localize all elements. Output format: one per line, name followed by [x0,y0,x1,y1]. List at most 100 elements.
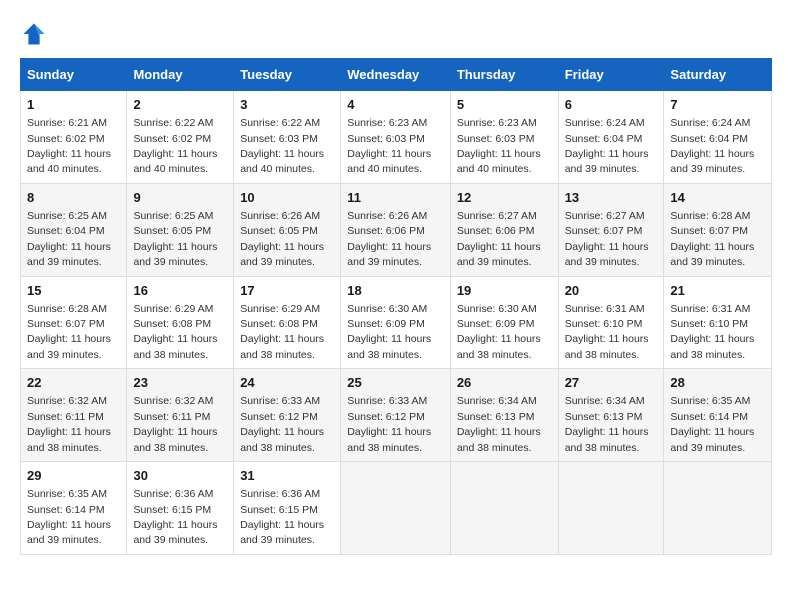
day-number: 11 [347,189,444,207]
day-number: 27 [565,374,658,392]
col-friday: Friday [558,59,664,91]
col-wednesday: Wednesday [341,59,451,91]
table-row: 29 Sunrise: 6:35 AMSunset: 6:14 PMDaylig… [21,462,127,555]
day-info: Sunrise: 6:24 AMSunset: 6:04 PMDaylight:… [670,117,754,175]
day-number: 12 [457,189,552,207]
day-info: Sunrise: 6:26 AMSunset: 6:05 PMDaylight:… [240,210,324,268]
day-number: 1 [27,96,120,114]
table-row: 23 Sunrise: 6:32 AMSunset: 6:11 PMDaylig… [127,369,234,462]
day-number: 31 [240,467,334,485]
day-info: Sunrise: 6:30 AMSunset: 6:09 PMDaylight:… [347,303,431,361]
day-number: 9 [133,189,227,207]
day-number: 2 [133,96,227,114]
day-number: 30 [133,467,227,485]
table-row: 22 Sunrise: 6:32 AMSunset: 6:11 PMDaylig… [21,369,127,462]
table-row: 3 Sunrise: 6:22 AMSunset: 6:03 PMDayligh… [234,91,341,184]
day-number: 4 [347,96,444,114]
day-number: 20 [565,282,658,300]
table-row: 6 Sunrise: 6:24 AMSunset: 6:04 PMDayligh… [558,91,664,184]
table-row: 13 Sunrise: 6:27 AMSunset: 6:07 PMDaylig… [558,183,664,276]
day-info: Sunrise: 6:33 AMSunset: 6:12 PMDaylight:… [240,395,324,453]
day-number: 15 [27,282,120,300]
col-sunday: Sunday [21,59,127,91]
table-row: 2 Sunrise: 6:22 AMSunset: 6:02 PMDayligh… [127,91,234,184]
day-number: 26 [457,374,552,392]
day-number: 23 [133,374,227,392]
page-header [20,20,772,48]
day-info: Sunrise: 6:30 AMSunset: 6:09 PMDaylight:… [457,303,541,361]
col-thursday: Thursday [450,59,558,91]
empty-cell [450,462,558,555]
day-number: 25 [347,374,444,392]
table-row: 8 Sunrise: 6:25 AMSunset: 6:04 PMDayligh… [21,183,127,276]
calendar-table: Sunday Monday Tuesday Wednesday Thursday… [20,58,772,555]
day-info: Sunrise: 6:21 AMSunset: 6:02 PMDaylight:… [27,117,111,175]
table-row: 28 Sunrise: 6:35 AMSunset: 6:14 PMDaylig… [664,369,772,462]
calendar-week-row: 8 Sunrise: 6:25 AMSunset: 6:04 PMDayligh… [21,183,772,276]
table-row: 25 Sunrise: 6:33 AMSunset: 6:12 PMDaylig… [341,369,451,462]
day-number: 16 [133,282,227,300]
day-info: Sunrise: 6:35 AMSunset: 6:14 PMDaylight:… [27,488,111,546]
table-row: 30 Sunrise: 6:36 AMSunset: 6:15 PMDaylig… [127,462,234,555]
day-number: 7 [670,96,765,114]
table-row: 12 Sunrise: 6:27 AMSunset: 6:06 PMDaylig… [450,183,558,276]
day-info: Sunrise: 6:31 AMSunset: 6:10 PMDaylight:… [565,303,649,361]
day-info: Sunrise: 6:27 AMSunset: 6:07 PMDaylight:… [565,210,649,268]
day-info: Sunrise: 6:23 AMSunset: 6:03 PMDaylight:… [457,117,541,175]
table-row: 9 Sunrise: 6:25 AMSunset: 6:05 PMDayligh… [127,183,234,276]
day-info: Sunrise: 6:24 AMSunset: 6:04 PMDaylight:… [565,117,649,175]
day-number: 22 [27,374,120,392]
calendar-week-row: 15 Sunrise: 6:28 AMSunset: 6:07 PMDaylig… [21,276,772,369]
col-saturday: Saturday [664,59,772,91]
col-tuesday: Tuesday [234,59,341,91]
day-info: Sunrise: 6:36 AMSunset: 6:15 PMDaylight:… [133,488,217,546]
table-row: 18 Sunrise: 6:30 AMSunset: 6:09 PMDaylig… [341,276,451,369]
day-info: Sunrise: 6:27 AMSunset: 6:06 PMDaylight:… [457,210,541,268]
day-number: 18 [347,282,444,300]
day-number: 21 [670,282,765,300]
table-row: 1 Sunrise: 6:21 AMSunset: 6:02 PMDayligh… [21,91,127,184]
table-row: 20 Sunrise: 6:31 AMSunset: 6:10 PMDaylig… [558,276,664,369]
empty-cell [341,462,451,555]
day-number: 19 [457,282,552,300]
day-number: 6 [565,96,658,114]
day-info: Sunrise: 6:29 AMSunset: 6:08 PMDaylight:… [133,303,217,361]
day-number: 24 [240,374,334,392]
day-info: Sunrise: 6:32 AMSunset: 6:11 PMDaylight:… [133,395,217,453]
col-monday: Monday [127,59,234,91]
table-row: 14 Sunrise: 6:28 AMSunset: 6:07 PMDaylig… [664,183,772,276]
day-info: Sunrise: 6:34 AMSunset: 6:13 PMDaylight:… [457,395,541,453]
calendar-week-row: 29 Sunrise: 6:35 AMSunset: 6:14 PMDaylig… [21,462,772,555]
calendar-week-row: 22 Sunrise: 6:32 AMSunset: 6:11 PMDaylig… [21,369,772,462]
day-info: Sunrise: 6:35 AMSunset: 6:14 PMDaylight:… [670,395,754,453]
day-info: Sunrise: 6:25 AMSunset: 6:05 PMDaylight:… [133,210,217,268]
day-info: Sunrise: 6:28 AMSunset: 6:07 PMDaylight:… [27,303,111,361]
table-row: 4 Sunrise: 6:23 AMSunset: 6:03 PMDayligh… [341,91,451,184]
day-info: Sunrise: 6:31 AMSunset: 6:10 PMDaylight:… [670,303,754,361]
day-info: Sunrise: 6:34 AMSunset: 6:13 PMDaylight:… [565,395,649,453]
day-info: Sunrise: 6:22 AMSunset: 6:02 PMDaylight:… [133,117,217,175]
table-row: 16 Sunrise: 6:29 AMSunset: 6:08 PMDaylig… [127,276,234,369]
calendar-header-row: Sunday Monday Tuesday Wednesday Thursday… [21,59,772,91]
calendar-week-row: 1 Sunrise: 6:21 AMSunset: 6:02 PMDayligh… [21,91,772,184]
day-number: 17 [240,282,334,300]
day-number: 5 [457,96,552,114]
table-row: 26 Sunrise: 6:34 AMSunset: 6:13 PMDaylig… [450,369,558,462]
day-number: 13 [565,189,658,207]
day-info: Sunrise: 6:36 AMSunset: 6:15 PMDaylight:… [240,488,324,546]
table-row: 27 Sunrise: 6:34 AMSunset: 6:13 PMDaylig… [558,369,664,462]
day-info: Sunrise: 6:32 AMSunset: 6:11 PMDaylight:… [27,395,111,453]
table-row: 11 Sunrise: 6:26 AMSunset: 6:06 PMDaylig… [341,183,451,276]
day-number: 14 [670,189,765,207]
logo-icon [20,20,48,48]
day-number: 3 [240,96,334,114]
empty-cell [664,462,772,555]
table-row: 21 Sunrise: 6:31 AMSunset: 6:10 PMDaylig… [664,276,772,369]
table-row: 10 Sunrise: 6:26 AMSunset: 6:05 PMDaylig… [234,183,341,276]
day-info: Sunrise: 6:26 AMSunset: 6:06 PMDaylight:… [347,210,431,268]
table-row: 7 Sunrise: 6:24 AMSunset: 6:04 PMDayligh… [664,91,772,184]
table-row: 19 Sunrise: 6:30 AMSunset: 6:09 PMDaylig… [450,276,558,369]
logo [20,20,52,48]
day-number: 8 [27,189,120,207]
table-row: 24 Sunrise: 6:33 AMSunset: 6:12 PMDaylig… [234,369,341,462]
